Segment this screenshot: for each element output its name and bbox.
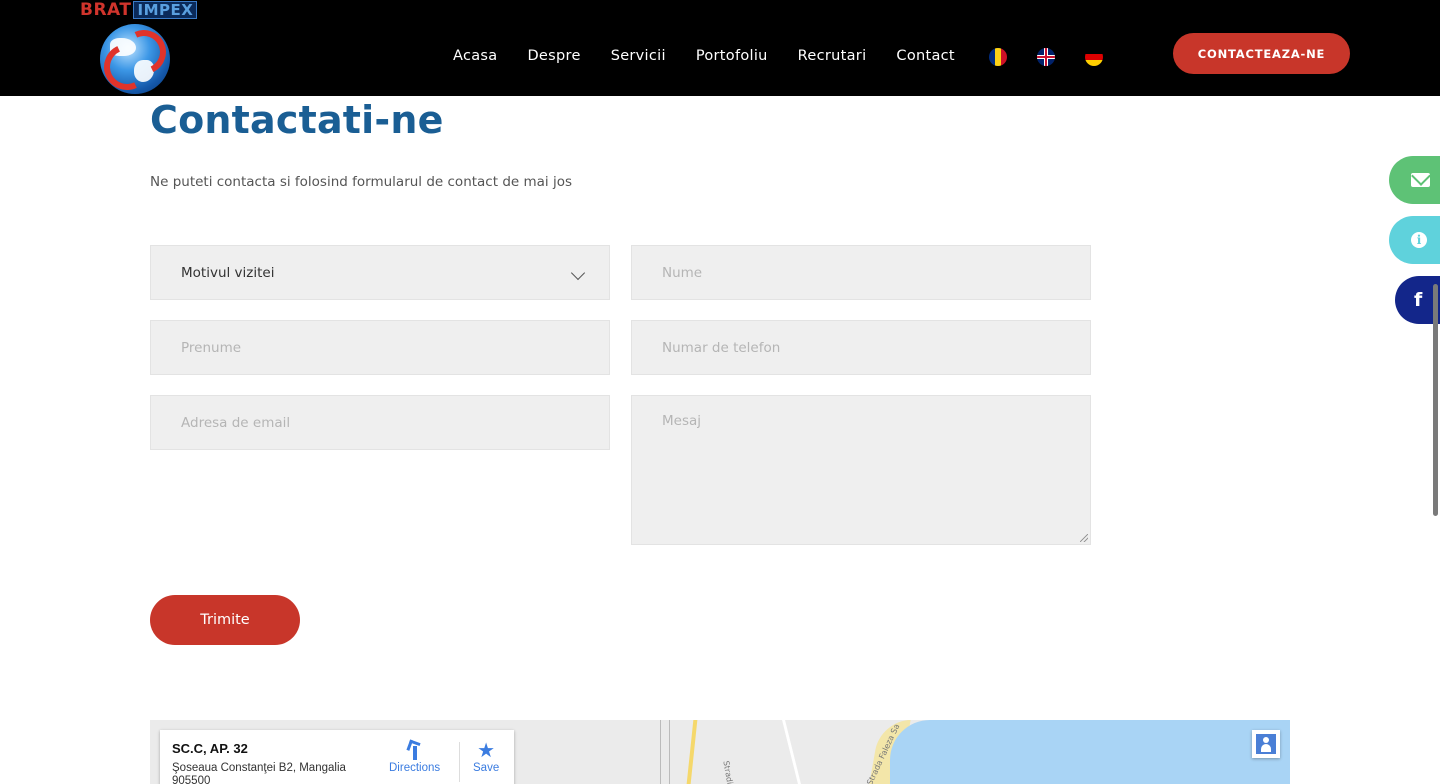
info-icon: i (1411, 232, 1427, 248)
star-icon: ★ (477, 740, 496, 762)
visit-reason-select[interactable]: Motivul vizitei (150, 245, 610, 300)
phone-input[interactable]: Numar de telefon (631, 320, 1091, 375)
logo-brand-right: IMPEX (133, 1, 198, 19)
map-place-card: SC.C, AP. 32 Şoseaua Constanţei B2, Mang… (160, 730, 514, 784)
email-placeholder: Adresa de email (181, 414, 291, 431)
envelope-icon (1411, 173, 1430, 187)
map-street-label: Stradi (721, 760, 735, 784)
page-title: Contactati-ne (150, 98, 444, 142)
language-switcher (989, 48, 1133, 66)
directions-label: Directions (389, 762, 441, 774)
name-input[interactable]: Nume (631, 245, 1091, 300)
message-textarea[interactable]: Mesaj (631, 395, 1091, 545)
map-card-divider (459, 742, 460, 782)
first-name-placeholder: Prenume (181, 339, 242, 356)
chevron-down-icon (570, 265, 586, 281)
submit-button[interactable]: Trimite (150, 595, 300, 645)
phone-placeholder: Numar de telefon (662, 339, 781, 356)
site-header: BRAT IMPEX Acasa Despre Servicii Portofo… (0, 0, 1440, 96)
save-button[interactable]: ★ Save (473, 740, 499, 774)
romanian-flag-icon[interactable] (989, 48, 1007, 66)
google-map[interactable]: Strada Faleza Sa Stradi SC.C, AP. 32 Şos… (150, 720, 1290, 784)
map-road-secondary (782, 720, 801, 784)
name-placeholder: Nume (662, 264, 703, 281)
visit-reason-value: Motivul vizitei (181, 264, 275, 281)
place-title: SC.C, AP. 32 (172, 741, 248, 756)
bratimpex-logo[interactable]: BRAT IMPEX (80, 0, 198, 96)
nav-item-servicii[interactable]: Servicii (611, 48, 666, 64)
first-name-input[interactable]: Prenume (150, 320, 610, 375)
map-railway (660, 720, 670, 784)
page-subtitle: Ne puteti contacta si folosind formularu… (150, 174, 572, 190)
side-info-button[interactable]: i (1389, 216, 1440, 264)
english-flag-icon[interactable] (1037, 48, 1055, 66)
resize-handle-icon[interactable] (1080, 534, 1088, 542)
page-scrollbar[interactable] (1433, 284, 1438, 516)
email-input[interactable]: Adresa de email (150, 395, 610, 450)
save-label: Save (473, 762, 500, 774)
logo-wordmark: BRAT IMPEX (80, 0, 198, 20)
nav-item-recrutari[interactable]: Recrutari (798, 48, 867, 64)
logo-brand-left: BRAT (80, 0, 132, 20)
side-email-button[interactable] (1389, 156, 1440, 204)
main-navigation: Acasa Despre Servicii Portofoliu Recruta… (453, 46, 955, 66)
message-placeholder: Mesaj (662, 413, 702, 429)
nav-item-despre[interactable]: Despre (527, 48, 580, 64)
nav-item-contact[interactable]: Contact (896, 48, 955, 64)
globe-icon (100, 24, 170, 94)
nav-item-portofoliu[interactable]: Portofoliu (696, 48, 768, 64)
directions-button[interactable]: Directions (389, 740, 440, 774)
map-sea (890, 720, 1290, 784)
map-road-main (686, 720, 698, 784)
german-flag-icon[interactable] (1085, 48, 1103, 66)
directions-icon (406, 740, 424, 760)
pegman-icon (1256, 734, 1276, 754)
street-view-pegman-button[interactable] (1252, 730, 1280, 758)
facebook-icon: f (1414, 289, 1423, 311)
nav-item-acasa[interactable]: Acasa (453, 48, 497, 64)
place-address: Şoseaua Constanţei B2, Mangalia 905500 (172, 762, 346, 784)
contact-us-button[interactable]: CONTACTEAZA-NE (1173, 33, 1350, 74)
